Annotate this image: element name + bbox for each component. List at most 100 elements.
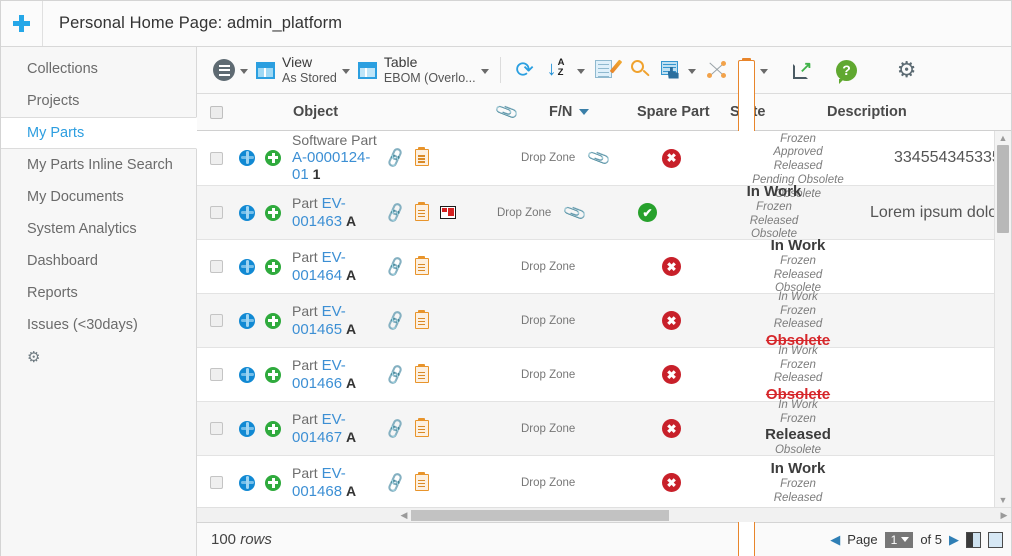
search-button[interactable] bbox=[623, 52, 657, 88]
drop-zone-label[interactable]: Drop Zone bbox=[521, 477, 573, 489]
sort-button[interactable]: ↓ AZ bbox=[542, 50, 589, 90]
add-row-icon[interactable] bbox=[265, 205, 281, 221]
table-row[interactable]: Part EV-001466 A 🔗 Drop Zone bbox=[197, 348, 994, 402]
sidebar-item-my-parts[interactable]: My Parts bbox=[1, 117, 197, 149]
row-checkbox[interactable] bbox=[210, 260, 223, 273]
select-columns-button[interactable] bbox=[657, 50, 700, 90]
clipboard-icon[interactable] bbox=[415, 474, 429, 491]
globe-icon[interactable] bbox=[239, 205, 255, 221]
table-row[interactable]: Software Part A-0000124-01 1 🔗 Drop Zone bbox=[197, 131, 994, 186]
add-row-icon[interactable] bbox=[265, 421, 281, 437]
previous-page-icon[interactable]: ◀ bbox=[830, 532, 840, 548]
sidebar-item-projects[interactable]: Projects bbox=[1, 85, 196, 117]
horizontal-scrollbar[interactable]: ◀ ▶ bbox=[197, 507, 1011, 522]
add-tab-button[interactable] bbox=[1, 1, 43, 46]
paperclip-icon[interactable]: 📎 bbox=[562, 199, 589, 226]
next-page-icon[interactable]: ▶ bbox=[949, 532, 959, 548]
clipboard-button[interactable] bbox=[734, 50, 772, 90]
view-mode-single-button[interactable] bbox=[988, 532, 1003, 548]
object-id-link[interactable]: A-0000124-01 bbox=[292, 149, 370, 184]
add-row-icon[interactable] bbox=[265, 313, 281, 329]
refresh-button[interactable]: ⟳ bbox=[508, 52, 542, 88]
sidebar-item-my-documents[interactable]: My Documents bbox=[1, 181, 196, 213]
open-new-window-button[interactable]: ↗ bbox=[786, 52, 820, 88]
scroll-up-arrow-icon[interactable]: ▲ bbox=[995, 131, 1011, 145]
sidebar-item-system-analytics[interactable]: System Analytics bbox=[1, 213, 196, 245]
sidebar-item-my-parts-inline-search[interactable]: My Parts Inline Search bbox=[1, 149, 196, 181]
table-row[interactable]: Part EV-001464 A 🔗 Drop Zone bbox=[197, 240, 994, 294]
settings-button[interactable]: ⚙ bbox=[890, 52, 924, 88]
help-button[interactable]: ? bbox=[830, 52, 864, 88]
header-description[interactable]: Description bbox=[825, 104, 994, 120]
drop-zone-label[interactable]: Drop Zone bbox=[521, 152, 573, 164]
chain-link-icon[interactable]: 🔗 bbox=[383, 309, 406, 332]
chain-link-icon[interactable]: 🔗 bbox=[383, 146, 406, 169]
vertical-scroll-thumb[interactable] bbox=[997, 145, 1009, 233]
image-thumbnail-icon[interactable] bbox=[440, 206, 456, 219]
vertical-scroll-track[interactable] bbox=[995, 145, 1011, 493]
chain-link-icon[interactable]: 🔗 bbox=[383, 417, 406, 440]
row-checkbox[interactable] bbox=[210, 206, 223, 219]
clipboard-icon[interactable] bbox=[415, 312, 429, 329]
scroll-right-arrow-icon[interactable]: ▶ bbox=[997, 510, 1011, 521]
row-checkbox[interactable] bbox=[210, 422, 223, 435]
drop-zone-label[interactable]: Drop Zone bbox=[521, 261, 573, 273]
add-row-icon[interactable] bbox=[265, 475, 281, 491]
drop-zone-label[interactable]: Drop Zone bbox=[521, 369, 573, 381]
sidebar-item-dashboard[interactable]: Dashboard bbox=[1, 245, 196, 277]
row-checkbox[interactable] bbox=[210, 476, 223, 489]
horizontal-scroll-track[interactable] bbox=[411, 510, 997, 521]
table-row[interactable]: Part EV-001468 A 🔗 Drop Zone bbox=[197, 456, 994, 507]
drop-zone-label[interactable]: Drop Zone bbox=[521, 315, 573, 327]
sidebar-item-collections[interactable]: Collections bbox=[1, 53, 196, 85]
header-object[interactable]: Object bbox=[235, 104, 497, 120]
globe-icon[interactable] bbox=[239, 150, 255, 166]
vertical-scrollbar[interactable]: ▲ ▼ bbox=[994, 131, 1011, 507]
header-spare-part[interactable]: Spare Part bbox=[637, 104, 730, 120]
drop-zone-label[interactable]: Drop Zone bbox=[521, 423, 573, 435]
sidebar-settings-gear-icon[interactable]: ⚙ bbox=[1, 341, 196, 366]
chain-link-icon[interactable]: 🔗 bbox=[383, 363, 406, 386]
clipboard-icon[interactable] bbox=[415, 258, 429, 275]
row-count-label: 100 rows bbox=[211, 531, 272, 548]
globe-icon[interactable] bbox=[239, 421, 255, 437]
row-checkbox[interactable] bbox=[210, 152, 223, 165]
add-row-icon[interactable] bbox=[265, 367, 281, 383]
sidebar-item-reports[interactable]: Reports bbox=[1, 277, 196, 309]
toolbar-view-selector[interactable]: View As Stored bbox=[252, 50, 354, 90]
add-row-icon[interactable] bbox=[265, 150, 281, 166]
clipboard-icon[interactable] bbox=[415, 366, 429, 383]
page-number-value: 1 bbox=[891, 533, 898, 547]
view-mode-split-button[interactable] bbox=[966, 532, 981, 548]
select-all-checkbox[interactable] bbox=[210, 106, 223, 119]
globe-icon[interactable] bbox=[239, 367, 255, 383]
scroll-left-arrow-icon[interactable]: ◀ bbox=[397, 510, 411, 521]
horizontal-scroll-thumb[interactable] bbox=[411, 510, 669, 521]
sidebar-item-issues[interactable]: Issues (<30days) bbox=[1, 309, 196, 341]
clipboard-icon[interactable] bbox=[415, 420, 429, 437]
chain-link-icon[interactable]: 🔗 bbox=[383, 201, 406, 224]
clipboard-icon[interactable] bbox=[415, 149, 429, 166]
paperclip-icon[interactable]: 📎 bbox=[586, 144, 613, 171]
scroll-down-arrow-icon[interactable]: ▼ bbox=[995, 493, 1011, 507]
add-row-icon[interactable] bbox=[265, 259, 281, 275]
row-checkbox[interactable] bbox=[210, 314, 223, 327]
drop-zone-label[interactable]: Drop Zone bbox=[497, 207, 549, 219]
globe-icon[interactable] bbox=[239, 313, 255, 329]
page-number-select[interactable]: 1 bbox=[885, 532, 914, 548]
toolbar-table-selector[interactable]: Table EBOM (Overlo... bbox=[354, 50, 493, 90]
globe-icon[interactable] bbox=[239, 475, 255, 491]
table-row[interactable]: Part EV-001465 A 🔗 Drop Zone bbox=[197, 294, 994, 348]
edit-button[interactable] bbox=[589, 52, 623, 88]
clipboard-icon[interactable] bbox=[415, 204, 429, 221]
row-checkbox[interactable] bbox=[210, 368, 223, 381]
row-select-cell bbox=[197, 368, 235, 381]
table-row[interactable]: Part EV-001467 A 🔗 Drop Zone bbox=[197, 402, 994, 456]
header-fn[interactable]: F/N bbox=[549, 104, 637, 120]
toolbar-menu-button[interactable] bbox=[209, 50, 252, 90]
open-in-new-window-icon: ↗ bbox=[793, 61, 812, 79]
chain-link-icon[interactable]: 🔗 bbox=[383, 471, 406, 494]
chain-link-icon[interactable]: 🔗 bbox=[383, 255, 406, 278]
globe-icon[interactable] bbox=[239, 259, 255, 275]
expand-collapse-button[interactable] bbox=[700, 52, 734, 88]
